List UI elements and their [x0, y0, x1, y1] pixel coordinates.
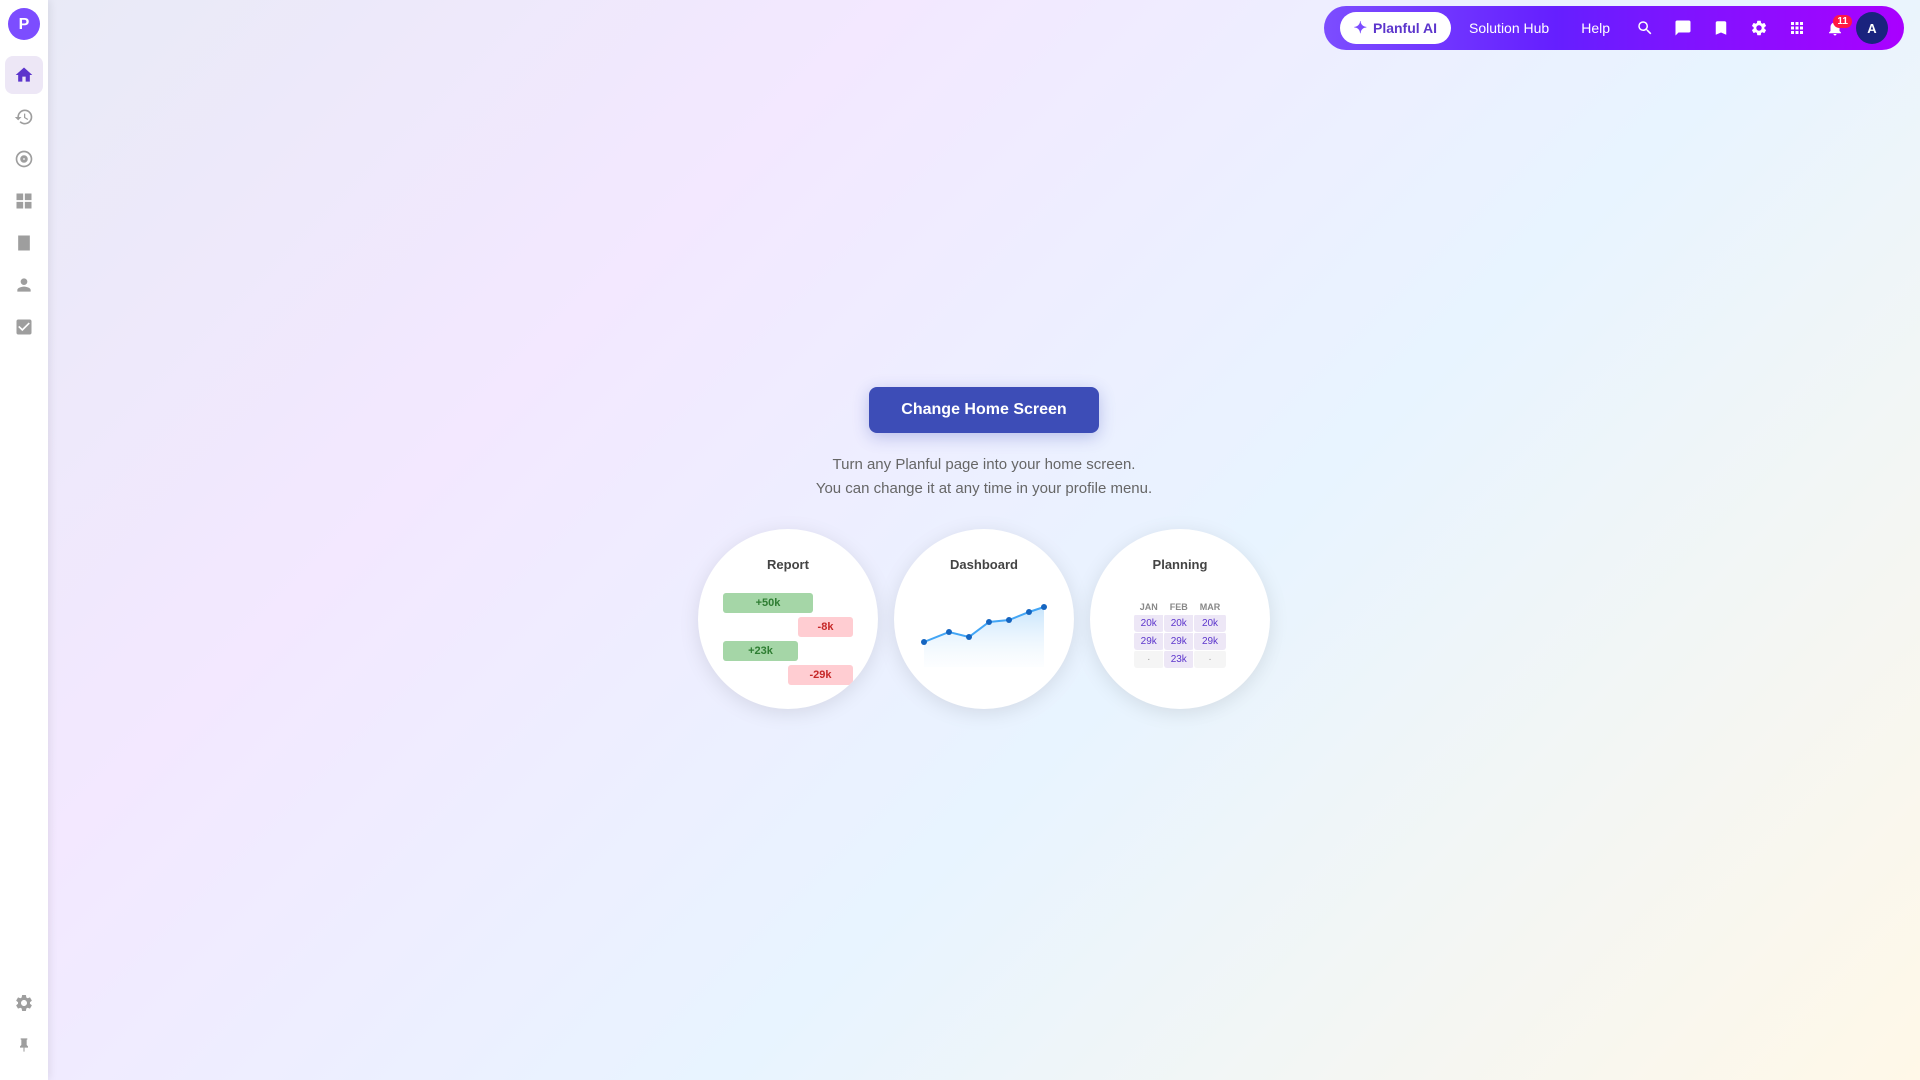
planning-month-mar: MAR	[1194, 600, 1227, 615]
notifications-icon[interactable]: 11	[1818, 13, 1852, 43]
sidebar-item-target[interactable]	[5, 140, 43, 178]
search-icon[interactable]	[1628, 13, 1662, 43]
sidebar-bottom	[5, 984, 43, 1064]
sidebar-item-tasks[interactable]	[5, 308, 43, 346]
report-bar-negative-1: -8k	[798, 617, 853, 637]
planning-row-3: · 23k ·	[1134, 650, 1227, 668]
report-bar-positive-2: +23k	[723, 641, 798, 661]
subtitle-text: Turn any Planful page into your home scr…	[816, 453, 1152, 501]
dashboard-title: Dashboard	[950, 557, 1018, 572]
report-preview[interactable]: Report +50k -8k +23k -29k	[698, 529, 878, 709]
topnav-right-group: ✦ Planful AI Solution Hub Help 11 A	[1324, 6, 1904, 50]
main-content: Change Home Screen Turn any Planful page…	[48, 0, 1920, 1080]
planning-row-2: 29k 29k 29k	[1134, 632, 1227, 650]
sidebar-item-settings[interactable]	[5, 984, 43, 1022]
sidebar-pin-icon[interactable]	[5, 1026, 43, 1064]
sidebar-item-history[interactable]	[5, 98, 43, 136]
change-home-screen-button[interactable]: Change Home Screen	[869, 387, 1098, 433]
report-row-1: +50k	[723, 593, 853, 613]
planful-ai-label: Planful AI	[1373, 20, 1437, 36]
report-row-4: -29k	[723, 665, 853, 685]
announcements-icon[interactable]	[1666, 13, 1700, 43]
report-content: +50k -8k +23k -29k	[723, 593, 853, 685]
planning-table-wrapper: JAN FEB MAR 20k 20k 20k	[1133, 600, 1227, 669]
report-title: Report	[767, 557, 809, 572]
planning-row-1: 20k 20k 20k	[1134, 614, 1227, 632]
svg-text:P: P	[19, 16, 30, 33]
app-logo[interactable]: P	[8, 8, 40, 40]
report-bar-positive-1: +50k	[723, 593, 813, 613]
sidebar-item-home[interactable]	[5, 56, 43, 94]
preview-row: Report +50k -8k +23k -29k	[698, 529, 1270, 709]
report-row-2: -8k	[723, 617, 853, 637]
planning-month-feb: FEB	[1164, 600, 1194, 615]
apps-icon[interactable]	[1780, 13, 1814, 43]
subtitle-line1: Turn any Planful page into your home scr…	[816, 453, 1152, 477]
sidebar-item-grid[interactable]	[5, 182, 43, 220]
settings-icon[interactable]	[1742, 13, 1776, 43]
bookmarks-icon[interactable]	[1704, 13, 1738, 43]
center-content: Change Home Screen Turn any Planful page…	[698, 387, 1270, 709]
notification-badge: 11	[1833, 15, 1852, 28]
dashboard-preview[interactable]: Dashboard	[894, 529, 1074, 709]
report-bar-negative-2: -29k	[788, 665, 853, 685]
report-row-3: +23k	[723, 641, 853, 661]
user-avatar[interactable]: A	[1856, 12, 1888, 44]
help-link[interactable]: Help	[1567, 14, 1624, 42]
solution-hub-link[interactable]: Solution Hub	[1455, 14, 1563, 42]
planning-month-jan: JAN	[1134, 600, 1164, 615]
sidebar: P	[0, 0, 48, 1080]
top-navigation: ✦ Planful AI Solution Hub Help 11 A	[0, 0, 1920, 56]
planful-ai-button[interactable]: ✦ Planful AI	[1340, 12, 1451, 44]
dashboard-chart	[914, 582, 1054, 672]
planning-title: Planning	[1153, 557, 1208, 572]
sidebar-item-users[interactable]	[5, 266, 43, 304]
sidebar-item-reports[interactable]	[5, 224, 43, 262]
subtitle-line2: You can change it at any time in your pr…	[816, 477, 1152, 501]
planning-table: JAN FEB MAR 20k 20k 20k	[1133, 600, 1227, 669]
planning-preview[interactable]: Planning JAN FEB MAR 20k	[1090, 529, 1270, 709]
sparkle-icon: ✦	[1354, 18, 1367, 38]
